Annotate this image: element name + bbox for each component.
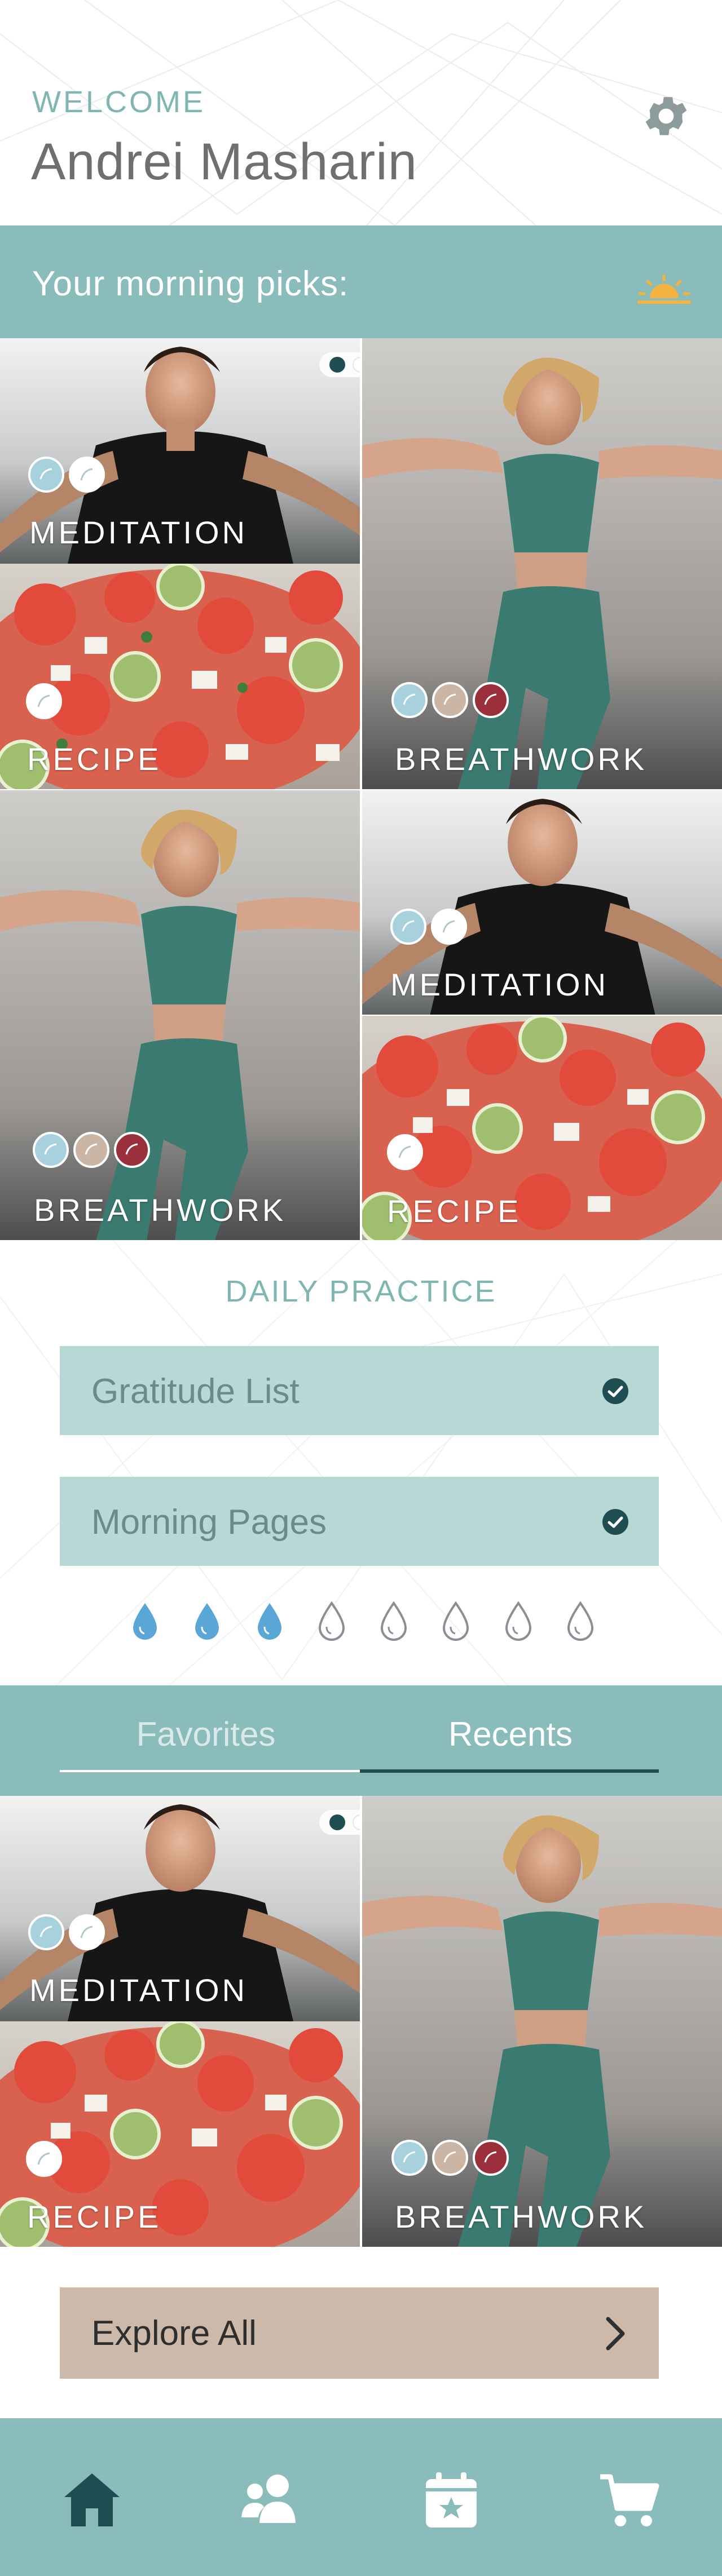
lungs-icon <box>114 1132 150 1168</box>
tag-dots <box>33 1132 150 1168</box>
breathwork-image <box>362 338 722 789</box>
breathwork-image <box>0 790 360 1240</box>
tab-bar: Favorites Recents <box>0 1685 722 1796</box>
lungs-icon <box>473 682 509 718</box>
water-tracker <box>129 1601 597 1641</box>
water-drop-empty-icon[interactable] <box>564 1601 597 1641</box>
tab-underline <box>60 1770 360 1772</box>
leaf-icon <box>387 1134 423 1170</box>
water-drop-filled-icon[interactable] <box>129 1601 161 1641</box>
brain-icon <box>390 909 426 945</box>
cart-icon[interactable] <box>598 2469 660 2531</box>
pick-label: BREATHWORK <box>395 741 648 777</box>
check-icon <box>602 1378 628 1404</box>
pick-label: RECIPE <box>387 1193 522 1229</box>
morning-picks-bar: Your morning picks: <box>0 225 722 338</box>
pick-label: RECIPE <box>27 741 162 777</box>
brain-icon <box>33 1132 69 1168</box>
home-icon[interactable] <box>61 2469 123 2531</box>
gear-icon[interactable] <box>640 90 692 142</box>
check-icon <box>602 1509 628 1535</box>
pick-tile-meditation[interactable]: MEDITATION <box>0 338 360 564</box>
tag-dots <box>26 683 62 719</box>
tab-active-indicator <box>360 1769 659 1773</box>
leaf-icon <box>431 909 467 945</box>
tag-dots <box>391 682 509 718</box>
chevron-right-icon <box>606 2317 625 2351</box>
heart-icon <box>73 1132 109 1168</box>
daily-practice-section: DAILY PRACTICE Gratitude List Morning Pa… <box>0 1240 722 1685</box>
explore-all-label: Explore All <box>91 2314 257 2353</box>
practice-item-label: Gratitude List <box>91 1372 300 1411</box>
heart-icon <box>432 682 468 718</box>
recent-tile-meditation[interactable]: MEDITATION <box>0 1796 360 2021</box>
community-icon[interactable] <box>238 2469 300 2531</box>
pick-tile-meditation[interactable]: MEDITATION <box>362 790 722 1015</box>
pick-tile-breathwork[interactable]: BREATHWORK <box>362 338 722 789</box>
water-drop-filled-icon[interactable] <box>253 1601 286 1641</box>
heart-icon <box>432 2140 468 2176</box>
carousel-pager[interactable] <box>319 352 360 377</box>
recent-label: RECIPE <box>27 2199 162 2234</box>
water-drop-filled-icon[interactable] <box>191 1601 223 1641</box>
header: WELCOME Andrei Masharin <box>0 0 722 225</box>
practice-item-label: Morning Pages <box>91 1503 327 1542</box>
breathwork-image <box>362 1796 722 2247</box>
daily-practice-title: DAILY PRACTICE <box>225 1274 497 1308</box>
leaf-icon <box>69 1914 105 1950</box>
leaf-icon <box>26 2141 62 2177</box>
carousel-pager[interactable] <box>319 1810 360 1835</box>
tag-dots <box>390 909 467 945</box>
tag-dots <box>387 1134 423 1170</box>
tab-recents[interactable]: Recents <box>361 1715 660 1754</box>
bottom-nav <box>0 2418 722 2576</box>
pick-label: MEDITATION <box>390 967 609 1002</box>
pick-tile-recipe[interactable]: RECIPE <box>0 564 360 789</box>
explore-all-button[interactable]: Explore All <box>60 2287 659 2379</box>
leaf-icon <box>69 457 105 493</box>
water-drop-empty-icon[interactable] <box>377 1601 410 1641</box>
recent-tile-breathwork[interactable]: BREATHWORK <box>362 1796 722 2247</box>
tag-dots <box>28 457 105 493</box>
recent-label: BREATHWORK <box>395 2199 648 2234</box>
welcome-label: WELCOME <box>32 85 206 119</box>
pick-label: BREATHWORK <box>34 1192 287 1228</box>
practice-item-morning-pages[interactable]: Morning Pages <box>60 1477 659 1566</box>
brain-icon <box>28 1914 64 1950</box>
sunrise-icon <box>637 274 691 304</box>
calendar-icon[interactable] <box>420 2469 482 2531</box>
tag-dots <box>391 2140 509 2176</box>
water-drop-empty-icon[interactable] <box>439 1601 472 1641</box>
tab-favorites[interactable]: Favorites <box>56 1715 355 1754</box>
water-drop-empty-icon[interactable] <box>315 1601 348 1641</box>
morning-picks-title: Your morning picks: <box>32 264 349 303</box>
water-drop-empty-icon[interactable] <box>502 1601 535 1641</box>
leaf-icon <box>26 683 62 719</box>
pick-tile-breathwork[interactable]: BREATHWORK <box>0 790 360 1240</box>
recent-label: MEDITATION <box>29 1972 248 2008</box>
recent-tile-recipe[interactable]: RECIPE <box>0 2021 360 2247</box>
user-name: Andrei Masharin <box>31 133 417 191</box>
pick-label: MEDITATION <box>29 515 248 550</box>
tag-dots <box>26 2141 62 2177</box>
brain-icon <box>391 2140 428 2176</box>
morning-picks-grid: MEDITATION RECIPE BREATHWORK BREATHWORK … <box>0 338 722 1240</box>
brain-icon <box>391 682 428 718</box>
recents-grid: MEDITATION RECIPE BREATHWORK <box>0 1796 722 2247</box>
brain-icon <box>28 457 64 493</box>
practice-item-gratitude[interactable]: Gratitude List <box>60 1346 659 1435</box>
tag-dots <box>28 1914 105 1950</box>
lungs-icon <box>473 2140 509 2176</box>
pick-tile-recipe[interactable]: RECIPE <box>362 1016 722 1240</box>
